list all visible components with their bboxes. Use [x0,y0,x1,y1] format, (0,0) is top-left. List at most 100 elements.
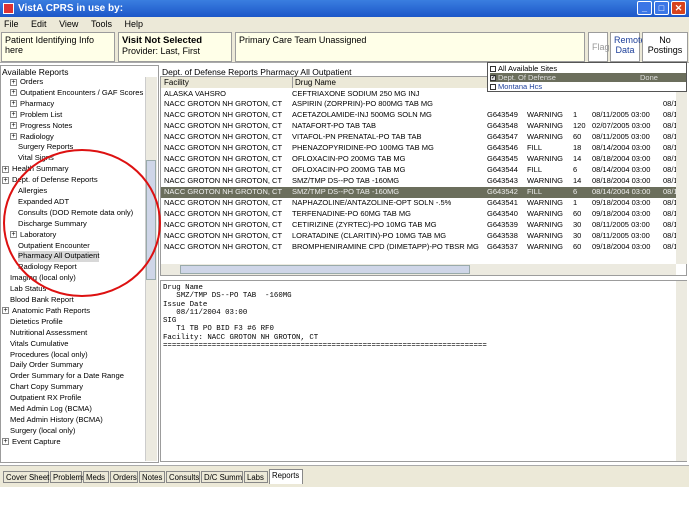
menu-tools[interactable]: Tools [91,19,112,29]
table-cell: 60 [573,241,582,251]
table-cell: 08/11/2005 03:00 [592,219,650,229]
checkbox-checked-icon[interactable]: ✓ [490,75,496,82]
table-row[interactable]: NACC GROTON NH GROTON, CT LORATADINE (CLA… [161,231,676,242]
tree-item[interactable]: + Outpatient Encounters / GAF Scores [10,88,143,98]
table-row[interactable]: NACC GROTON NH GROTON, CT PHENAZOPYRIDINE… [161,143,676,154]
tab-meds[interactable]: Meds [83,471,109,483]
site-montana[interactable]: Montana Hcs [490,82,542,91]
close-button[interactable]: ✕ [671,1,686,15]
expand-icon[interactable]: + [10,111,17,119]
table-row[interactable]: NACC GROTON NH GROTON, CT ASPIRIN (ZORPRI… [161,99,676,110]
table-row[interactable]: NACC GROTON NH GROTON, CT NAPHAZOLINE/ANT… [161,198,676,209]
table-row[interactable]: NACC GROTON NH GROTON, CT CETIRIZINE (ZYR… [161,220,676,231]
menu-edit[interactable]: Edit [31,19,47,29]
site-dept-defense[interactable]: ✓ Dept. Of Defense Done [490,73,686,82]
tab-labs[interactable]: Labs [244,471,268,483]
tree-item[interactable]: Procedures (local only) [10,350,88,360]
tree-item[interactable]: Med Admin Log (BCMA) [10,404,92,414]
table-row[interactable]: NACC GROTON NH GROTON, CT TERFENADINE-PO … [161,209,676,220]
table-cell: NACC GROTON NH GROTON, CT [164,121,283,131]
tree-item[interactable]: + Radiology [10,132,54,142]
tree-item[interactable]: + Pharmacy [10,99,54,109]
tree-item[interactable]: Surgery (local only) [10,426,75,436]
table-row[interactable]: NACC GROTON NH GROTON, CT SMZ/TMP DS--PO … [161,187,676,198]
maximize-button[interactable]: □ [654,1,669,15]
patient-info-button[interactable]: Patient Identifying Info here [1,32,115,62]
tab-consults[interactable]: Consults [166,471,200,483]
table-cell: 60 [573,132,582,142]
visit-title: Visit Not Selected [122,35,203,46]
expand-icon[interactable]: + [2,438,9,446]
table-cell: WARNING [527,110,563,120]
expand-icon[interactable]: + [10,122,17,130]
tab-cover-sheet[interactable]: Cover Sheet [3,471,49,483]
tree-item[interactable]: + Progress Notes [10,121,72,131]
tree-item[interactable]: + Orders [10,77,43,87]
column-drug-name[interactable]: Drug Name [292,77,336,88]
table-row[interactable]: NACC GROTON NH GROTON, CT OFLOXACIN-PO 20… [161,154,676,165]
table-cell: 08/11 [663,99,676,109]
tree-item-label: Surgery (local only) [10,425,76,435]
site-all-available[interactable]: All Available Sites [490,64,557,73]
tree-item[interactable]: + Anatomic Path Reports [2,306,90,316]
expand-icon[interactable]: + [10,100,17,108]
table-cell: WARNING [527,154,563,164]
tab-problems[interactable]: Problems [50,471,86,483]
tree-item[interactable]: Order Summary for a Date Range [10,371,124,381]
table-row[interactable]: NACC GROTON NH GROTON, CT BROMPHENIRAMINE… [161,242,676,253]
tree-item-label: Outpatient Encounters / GAF Scores [20,87,144,97]
visit-button[interactable]: Visit Not Selected Provider: Last, First [118,32,232,62]
expand-icon[interactable]: + [10,133,17,140]
table-row[interactable]: NACC GROTON NH GROTON, CT ACETAZOLAMIDE-I… [161,110,676,121]
postings-label: No Postings [647,35,683,55]
expand-icon[interactable]: + [2,165,9,173]
table-cell: WARNING [527,121,563,131]
tree-item[interactable]: Outpatient RX Profile [10,393,81,403]
tab-reports[interactable]: Reports [269,469,303,484]
tree-item[interactable]: Blood Bank Report [10,295,74,305]
tree-item[interactable]: Nutritional Assessment [10,328,87,338]
flag-button[interactable]: Flag [588,32,610,62]
minimize-button[interactable]: _ [637,1,652,15]
postings-button[interactable]: No Postings [642,32,688,62]
table-cell: WARNING [527,176,563,186]
tree-item[interactable]: + Event Capture [2,437,61,447]
table-cell: SMZ/TMP DS--PO TAB -160MG [292,187,400,197]
tab-d-c-summ[interactable]: D/C Summ [201,471,243,483]
primary-care-button[interactable]: Primary Care Team Unassigned [235,32,585,62]
menu-view[interactable]: View [59,19,78,29]
tab-orders[interactable]: Orders [110,471,138,483]
table-row[interactable]: NACC GROTON NH GROTON, CT OFLOXACIN-PO 20… [161,165,676,176]
expand-icon[interactable]: + [10,89,17,97]
pc-team-label: Primary Care Team Unassigned [239,35,367,45]
tree-item[interactable]: Vitals Cumulative [10,339,69,349]
menu-file[interactable]: File [4,19,19,29]
expand-icon[interactable]: + [10,78,17,86]
tree-item[interactable]: Chart Copy Summary [10,382,83,392]
tab-notes[interactable]: Notes [139,471,165,483]
report-detail[interactable]: Drug Name SMZ/TMP DS--PO TAB -160MG Issu… [160,280,687,462]
tree-item[interactable]: Dietetics Profile [10,317,63,327]
table-cell: NACC GROTON NH GROTON, CT [164,110,283,120]
sites-list[interactable]: All Available Sites ✓ Dept. Of Defense Don… [487,62,687,92]
table-vscroll[interactable] [676,88,687,264]
column-facility[interactable]: Facility [164,77,189,88]
tree-item[interactable]: Daily Order Summary [10,360,83,370]
checkbox-icon[interactable] [490,84,496,91]
expand-icon[interactable]: + [2,176,9,184]
table-cell: FILL [527,165,543,175]
table-hscroll-thumb[interactable] [180,265,470,274]
detail-scrollbar[interactable] [676,281,687,461]
checkbox-icon[interactable] [490,66,496,73]
table-row[interactable]: NACC GROTON NH GROTON, CT VITAFOL-PN PREN… [161,132,676,143]
site-label: All Available Sites [498,64,558,73]
title-bar: VistA CPRS in use by: [0,0,689,17]
table-row[interactable]: NACC GROTON NH GROTON, CT SMZ/TMP DS--PO … [161,176,676,187]
table-row[interactable]: NACC GROTON NH GROTON, CT NATAFORT-PO TAB… [161,121,676,132]
remote-data-button[interactable]: Remote Data [610,32,646,62]
expand-icon[interactable]: + [2,307,9,315]
tree-item-label: Outpatient RX Profile [10,393,82,403]
tree-item[interactable]: Med Admin History (BCMA) [10,415,103,425]
tree-item[interactable]: + Problem List [10,110,62,120]
menu-help[interactable]: Help [124,19,143,29]
